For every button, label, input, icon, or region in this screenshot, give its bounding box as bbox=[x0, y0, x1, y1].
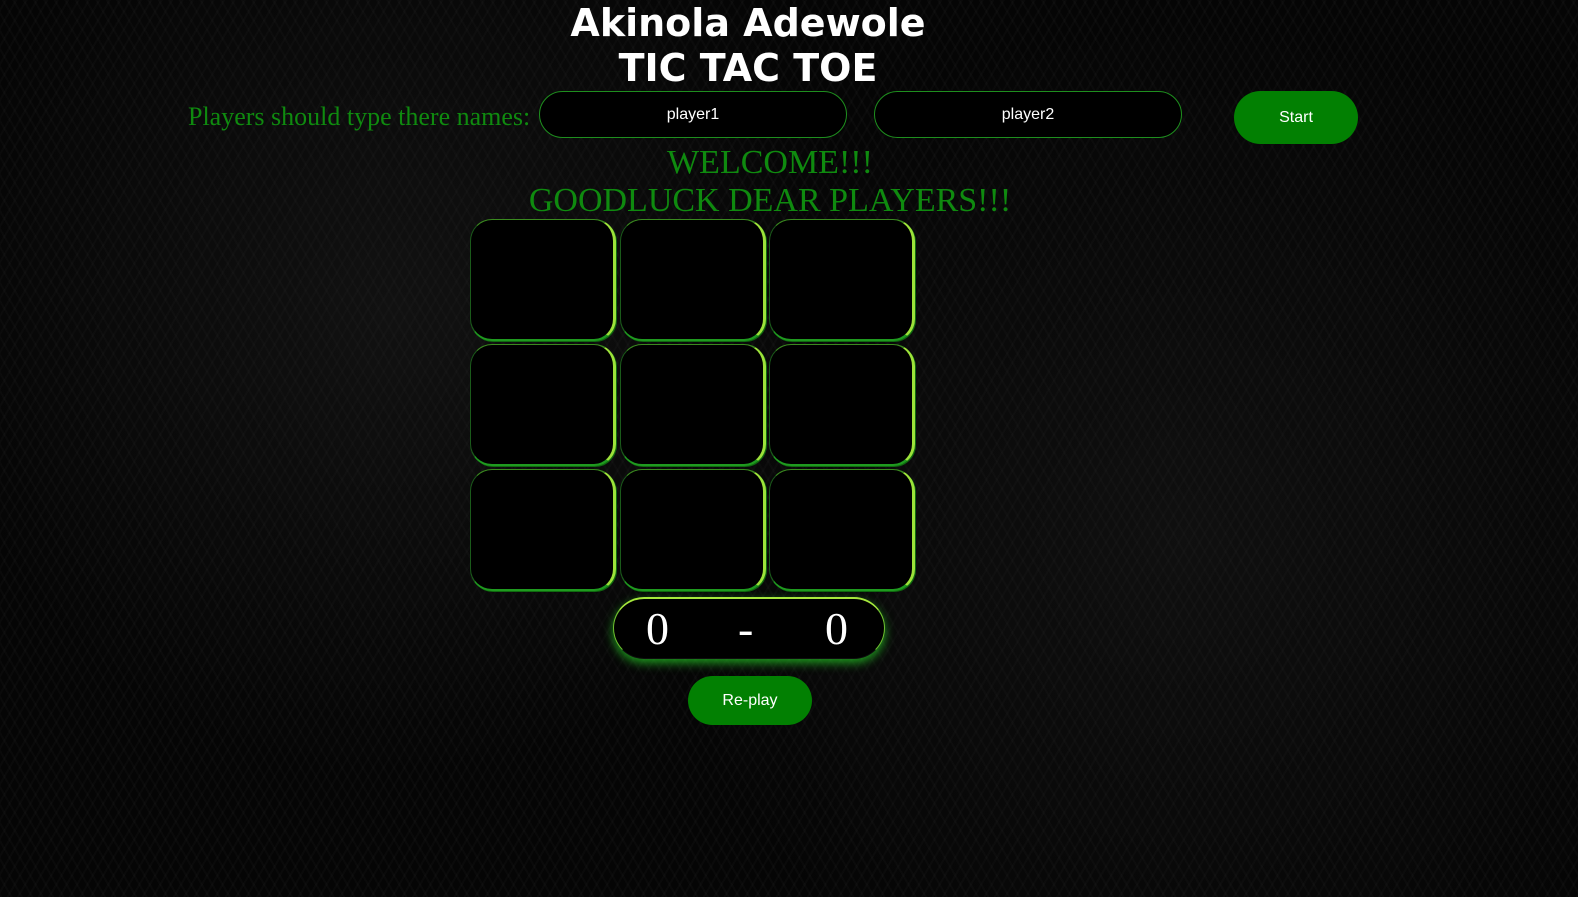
board-cell-9[interactable] bbox=[769, 469, 915, 591]
board-cell-7[interactable] bbox=[470, 469, 616, 591]
board-cell-4[interactable] bbox=[470, 344, 616, 466]
author-title: Akinola Adewole bbox=[570, 1, 926, 45]
game-board bbox=[470, 219, 920, 595]
game-title: TIC TAC TOE bbox=[618, 46, 878, 90]
replay-button[interactable]: Re-play bbox=[688, 676, 812, 725]
goodluck-message: GOODLUCK DEAR PLAYERS!!! bbox=[528, 182, 1012, 219]
player2-score: 0 bbox=[825, 603, 848, 654]
players-name-label: Players should type there names: bbox=[188, 102, 531, 131]
board-cell-6[interactable] bbox=[769, 344, 915, 466]
scoreboard: 0 - 0 bbox=[613, 597, 885, 659]
player1-score: 0 bbox=[646, 603, 669, 654]
board-cell-8[interactable] bbox=[620, 469, 766, 591]
score-separator: - bbox=[738, 603, 754, 654]
board-cell-3[interactable] bbox=[769, 219, 915, 341]
board-cell-5[interactable] bbox=[620, 344, 766, 466]
player2-name-input[interactable] bbox=[874, 91, 1182, 138]
welcome-message: WELCOME!!! bbox=[667, 144, 873, 181]
player1-name-input[interactable] bbox=[539, 91, 847, 138]
board-cell-1[interactable] bbox=[470, 219, 616, 341]
board-cell-2[interactable] bbox=[620, 219, 766, 341]
start-button[interactable]: Start bbox=[1234, 91, 1358, 144]
